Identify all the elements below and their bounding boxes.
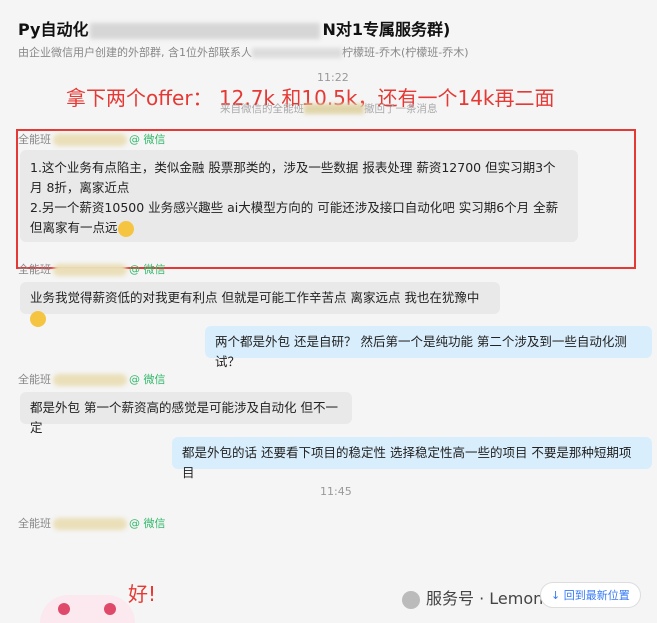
redacted-sender bbox=[53, 134, 127, 146]
smile-emoji-icon bbox=[117, 220, 134, 237]
arrow-down-icon: ↓ bbox=[551, 589, 564, 602]
redacted-sender bbox=[53, 374, 127, 386]
sticker-eye bbox=[104, 603, 116, 615]
my-message-bubble[interactable]: 两个都是外包 还是自研？ 然后第一个是纯功能 第二个涉及到一些自动化测试？ bbox=[205, 326, 652, 369]
message-bubble[interactable]: 业务我觉得薪资低的对我更有利点 但就是可能工作辛苦点 离家远点 我也在犹豫中 bbox=[20, 282, 500, 327]
back-to-latest-button[interactable]: ↓ 回到最新位置 bbox=[540, 582, 641, 608]
redacted-sender bbox=[53, 264, 127, 276]
timestamp: 11:45 bbox=[320, 485, 352, 498]
sender-label: 全能班 @ 微信 bbox=[18, 133, 166, 146]
chat-subtitle: 由企业微信用户创建的外部群, 含1位外部联系人 柠檬班-乔木(柠檬班-乔木) bbox=[18, 46, 469, 59]
redacted-title bbox=[90, 22, 321, 39]
my-message-bubble[interactable]: 都是外包的话 还要看下项目的稳定性 选择稳定性高一些的项目 不要是那种短期项目 bbox=[172, 437, 652, 480]
message-bubble[interactable]: 都是外包 第一个薪资高的感觉是可能涉及自动化 但不一定 bbox=[20, 392, 352, 435]
sticker-text: 好! bbox=[128, 582, 157, 606]
chat-header: Py自动化 N对1专属服务群) 由企业微信用户创建的外部群, 含1位外部联系人 柠檬… bbox=[0, 0, 657, 76]
message-bubble[interactable]: 1.这个业务有点陷主，类似金融 股票那类的，涉及一些数据 报表处理 薪资1270… bbox=[20, 150, 578, 242]
grimace-emoji-icon bbox=[30, 310, 46, 327]
sticker-eye bbox=[58, 603, 70, 615]
sender-label: 全能班 @ 微信 bbox=[18, 263, 166, 276]
chat-title: Py自动化 N对1专属服务群) bbox=[18, 20, 451, 39]
redacted-name bbox=[304, 104, 364, 114]
sender-label: 全能班 @ 微信 bbox=[18, 373, 166, 386]
redacted-sender bbox=[53, 518, 127, 530]
sender-label: 全能班 @ 微信 bbox=[18, 517, 166, 530]
recall-notice: 来自微信的全能班 撤回了一条消息 bbox=[220, 103, 438, 115]
wechat-icon bbox=[402, 590, 420, 609]
redacted-subtitle bbox=[252, 48, 342, 58]
sticker-image[interactable] bbox=[40, 595, 135, 623]
